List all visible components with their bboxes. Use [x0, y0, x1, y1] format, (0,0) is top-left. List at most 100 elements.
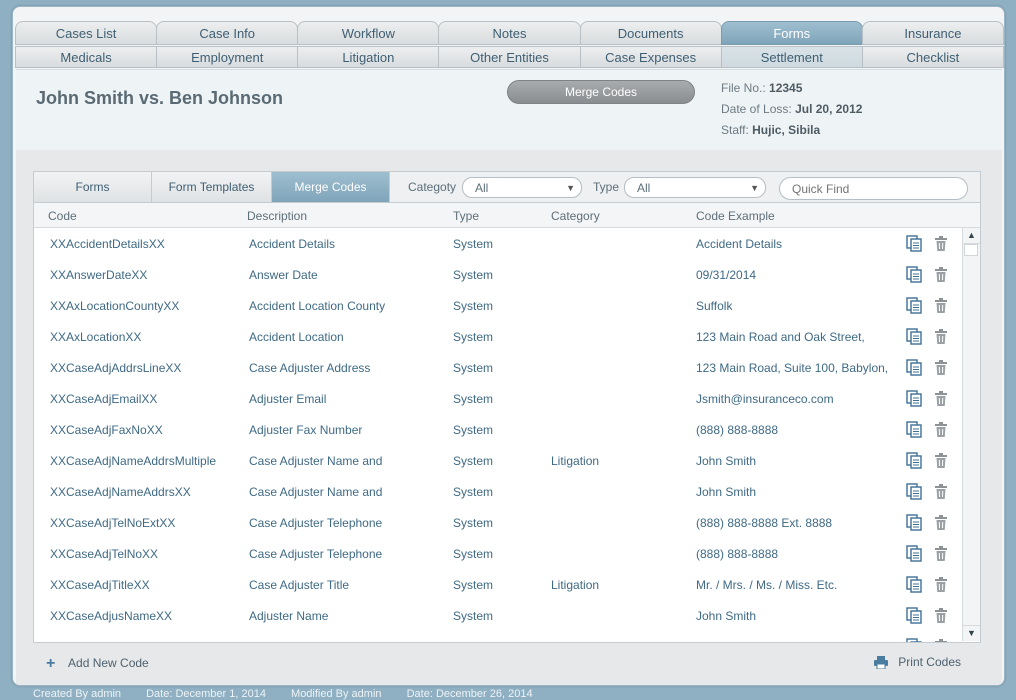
copy-icon[interactable]: [906, 235, 922, 251]
trash-icon[interactable]: [934, 608, 950, 624]
date-of-loss-value: Jul 20, 2012: [795, 102, 862, 116]
trash-icon[interactable]: [934, 639, 950, 642]
tab-insurance[interactable]: Insurance: [862, 21, 1004, 45]
modified-by: Modified By admin: [291, 688, 382, 700]
trash-icon[interactable]: [934, 484, 950, 500]
type-cell: System: [453, 268, 493, 282]
description-cell: Adjuster Last Name: [249, 640, 354, 642]
tab-litigation[interactable]: Litigation: [297, 46, 439, 68]
copy-icon[interactable]: [906, 638, 922, 642]
tab-case-info[interactable]: Case Info: [156, 21, 298, 45]
tab-documents[interactable]: Documents: [580, 21, 722, 45]
file-no: File No.: 12345: [721, 81, 802, 95]
code-example-cell: 123 Main Road and Oak Street,: [696, 330, 865, 344]
created-by: Created By admin: [33, 688, 121, 700]
app-window: Cases List Case Info Workflow Notes Docu…: [12, 6, 1005, 686]
trash-icon[interactable]: [934, 453, 950, 469]
table-row[interactable]: XXAxLocationXXAccident LocationSystem123…: [34, 321, 962, 352]
table-row[interactable]: XXCaseAdjNameAddrsXXCase Adjuster Name a…: [34, 476, 962, 507]
quick-find-input[interactable]: [779, 177, 968, 200]
table-row[interactable]: Adjuster Last NameMr. Smith: [34, 631, 962, 642]
merge-codes-button[interactable]: Merge Codes: [507, 80, 695, 104]
trash-icon[interactable]: [934, 546, 950, 562]
copy-icon[interactable]: [906, 421, 922, 437]
table-row[interactable]: XXCaseAdjEmailXXAdjuster EmailSystemJsmi…: [34, 383, 962, 414]
table-row[interactable]: XXCaseAdjTelNoXXCase Adjuster TelephoneS…: [34, 538, 962, 569]
description-cell: Case Adjuster Telephone: [249, 547, 382, 561]
staff-value: Hujic, Sibila: [752, 123, 820, 137]
subtab-merge-codes[interactable]: Merge Codes: [272, 172, 390, 202]
trash-icon[interactable]: [934, 577, 950, 593]
category-cell: Litigation: [551, 578, 599, 592]
tab-checklist[interactable]: Checklist: [862, 46, 1004, 68]
trash-icon[interactable]: [934, 360, 950, 376]
table-row[interactable]: XXCaseAdjFaxNoXXAdjuster Fax NumberSyste…: [34, 414, 962, 445]
trash-icon[interactable]: [934, 298, 950, 314]
copy-icon[interactable]: [906, 483, 922, 499]
column-description[interactable]: Description: [247, 209, 307, 223]
trash-icon[interactable]: [934, 267, 950, 283]
code-cell: XXAnswerDateXX: [50, 268, 147, 282]
scrollbar[interactable]: ▲ ▼: [962, 228, 980, 641]
table-row[interactable]: XXCaseAdjNameAddrsMultipleCase Adjuster …: [34, 445, 962, 476]
copy-icon[interactable]: [906, 266, 922, 282]
tab-settlement[interactable]: Settlement: [721, 46, 863, 68]
trash-icon[interactable]: [934, 236, 950, 252]
scroll-up-icon[interactable]: ▲: [963, 228, 980, 244]
table-row[interactable]: XXAccidentDetailsXXAccident DetailsSyste…: [34, 228, 962, 259]
code-example-cell: (888) 888-8888: [696, 423, 778, 437]
tab-case-expenses[interactable]: Case Expenses: [580, 46, 722, 68]
description-cell: Case Adjuster Telephone: [249, 516, 382, 530]
table-row[interactable]: XXCaseAdjTelNoExtXXCase Adjuster Telepho…: [34, 507, 962, 538]
table-row[interactable]: XXCaseAdjusNameXXAdjuster NameSystemJohn…: [34, 600, 962, 631]
tab-notes[interactable]: Notes: [438, 21, 580, 45]
trash-icon[interactable]: [934, 515, 950, 531]
tab-employment[interactable]: Employment: [156, 46, 298, 68]
code-cell: XXAxLocationXX: [50, 330, 141, 344]
copy-icon[interactable]: [906, 514, 922, 530]
category-select[interactable]: All ▼: [462, 177, 582, 198]
column-category[interactable]: Category: [551, 209, 600, 223]
table-row[interactable]: XXAxLocationCountyXXAccident Location Co…: [34, 290, 962, 321]
column-type[interactable]: Type: [453, 209, 479, 223]
merge-codes-table: XXAccidentDetailsXXAccident DetailsSyste…: [34, 228, 962, 642]
copy-icon[interactable]: [906, 607, 922, 623]
column-code[interactable]: Code: [48, 209, 77, 223]
type-cell: System: [453, 516, 493, 530]
trash-icon[interactable]: [934, 391, 950, 407]
tab-forms[interactable]: Forms: [721, 21, 863, 45]
bottom-bar: + Add New Code Print Codes: [33, 651, 979, 675]
subtab-form-templates[interactable]: Form Templates: [152, 172, 272, 202]
printer-icon: [874, 656, 888, 669]
description-cell: Accident Details: [249, 237, 335, 251]
copy-icon[interactable]: [906, 390, 922, 406]
copy-icon[interactable]: [906, 297, 922, 313]
print-codes-button[interactable]: Print Codes: [874, 655, 961, 669]
trash-icon[interactable]: [934, 422, 950, 438]
tab-other-entities[interactable]: Other Entities: [438, 46, 580, 68]
table-row[interactable]: XXCaseAdjTitleXXCase Adjuster TitleSyste…: [34, 569, 962, 600]
type-cell: System: [453, 609, 493, 623]
table-row[interactable]: XXCaseAdjAddrsLineXXCase Adjuster Addres…: [34, 352, 962, 383]
table-row[interactable]: XXAnswerDateXXAnswer DateSystem09/31/201…: [34, 259, 962, 290]
copy-icon[interactable]: [906, 359, 922, 375]
column-code-example[interactable]: Code Example: [696, 209, 775, 223]
type-select[interactable]: All ▼: [624, 177, 766, 198]
tab-workflow[interactable]: Workflow: [297, 21, 439, 45]
staff-label: Staff:: [721, 123, 749, 137]
copy-icon[interactable]: [906, 545, 922, 561]
copy-icon[interactable]: [906, 576, 922, 592]
trash-icon[interactable]: [934, 329, 950, 345]
file-no-label: File No.:: [721, 81, 766, 95]
subtab-forms[interactable]: Forms: [34, 172, 152, 202]
code-cell: XXCaseAdjAddrsLineXX: [50, 361, 181, 375]
scroll-thumb[interactable]: [964, 244, 978, 256]
code-example-cell: John Smith: [696, 485, 756, 499]
scroll-down-icon[interactable]: ▼: [963, 625, 980, 641]
staff: Staff: Hujic, Sibila: [721, 123, 820, 137]
copy-icon[interactable]: [906, 452, 922, 468]
tab-medicals[interactable]: Medicals: [15, 46, 157, 68]
add-new-code-button[interactable]: + Add New Code: [46, 655, 149, 673]
copy-icon[interactable]: [906, 328, 922, 344]
tab-cases-list[interactable]: Cases List: [15, 21, 157, 45]
